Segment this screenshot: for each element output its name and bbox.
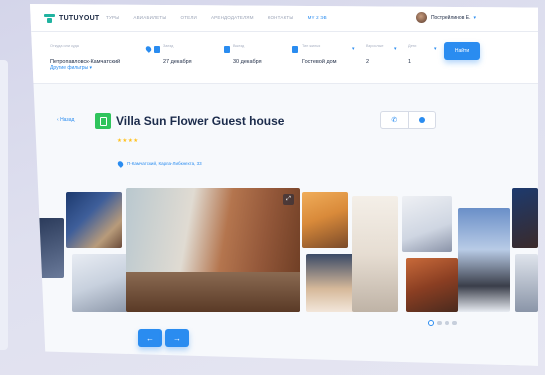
gallery-photo[interactable]	[72, 254, 130, 312]
adults-value: 2	[366, 59, 370, 65]
pagination-dot[interactable]	[437, 320, 442, 326]
gallery-photo[interactable]	[302, 192, 348, 248]
search-bar: Откуда или куда Петропавловск-Камчатский…	[30, 32, 538, 84]
gallery-photo[interactable]	[66, 192, 122, 248]
back-label: Назад	[60, 117, 75, 123]
other-filters-label: Другие фильтры	[50, 65, 89, 71]
chevron-down-icon: ▾	[473, 14, 476, 21]
nav-link-account[interactable]: Мy 2 Эв	[308, 15, 327, 20]
phone-button[interactable]: ✆	[381, 112, 409, 128]
avatar	[415, 12, 427, 23]
gallery-photo[interactable]	[352, 196, 398, 312]
pagination-dot[interactable]	[444, 320, 449, 326]
hotel-stars: ★★★★	[117, 138, 139, 144]
checkin-label: Заезд	[163, 44, 174, 48]
hotel-content: ‹ Назад Villa Sun Flower Guest house ★★★…	[30, 84, 538, 366]
chevron-down-icon: ▾	[89, 65, 93, 71]
children-value: 1	[408, 59, 412, 65]
arrow-left-icon[interactable]: ←	[138, 329, 162, 347]
gallery-pagination	[428, 320, 460, 326]
background-panel	[0, 60, 8, 350]
contact-actions: ✆	[380, 111, 436, 129]
other-filters-link[interactable]: Другие фильтры ▾	[50, 65, 92, 71]
pagination-dot[interactable]	[452, 320, 457, 326]
logo-text: TUTUYOUT	[59, 14, 100, 22]
nav-link-contacts[interactable]: КОНТАКТЫ	[268, 15, 294, 20]
type-value: Гостевой дом	[302, 59, 337, 65]
gallery-photo[interactable]	[458, 208, 510, 312]
chevron-down-icon[interactable]: ▾	[394, 46, 397, 52]
gallery-photo[interactable]	[306, 254, 354, 312]
chevron-down-icon[interactable]: ▾	[434, 46, 437, 52]
checkout-label: Выезд	[233, 44, 245, 48]
children-label: Дети	[408, 44, 417, 48]
checkin-field[interactable]: Заезд 27 декабря	[163, 44, 192, 68]
calendar-icon	[154, 46, 160, 53]
photo-detail	[126, 272, 300, 312]
adults-field[interactable]: Взрослые 2	[366, 44, 383, 68]
user-menu[interactable]: Пострейлинов Е. ▾	[415, 12, 476, 23]
top-navigation: TUTUYOUT ТУРЫ АВИАБИЛЕТЫ ОТЕЛИ АРЕНДОДАТ…	[30, 4, 538, 32]
nav-link-landlords[interactable]: АРЕНДОДАТЕЛЯМ	[211, 15, 254, 20]
building-icon	[95, 113, 111, 129]
nav-links: ТУРЫ АВИАБИЛЕТЫ ОТЕЛИ АРЕНДОДАТЕЛЯМ КОНТ…	[106, 15, 341, 20]
gallery-photo[interactable]	[406, 258, 458, 312]
logo[interactable]: TUTUYOUT	[44, 13, 100, 23]
expand-icon[interactable]: ⤢	[283, 194, 294, 205]
chat-icon	[418, 117, 425, 123]
checkout-value: 30 декабря	[233, 59, 262, 65]
type-field[interactable]: Тип жилья Гостевой дом	[302, 44, 337, 68]
photo-gallery: ⤢	[30, 188, 538, 318]
chat-button[interactable]	[409, 112, 436, 128]
browser-screen: TUTUYOUT ТУРЫ АВИАБИЛЕТЫ ОТЕЛИ АРЕНДОДАТ…	[30, 4, 538, 366]
pin-icon	[116, 160, 125, 168]
children-field[interactable]: Дети 1	[408, 44, 416, 68]
calendar-icon	[224, 46, 230, 53]
gallery-photo[interactable]	[36, 218, 64, 278]
chevron-down-icon[interactable]: ▾	[352, 46, 355, 52]
back-link[interactable]: ‹ Назад	[57, 117, 74, 123]
arrow-right-icon[interactable]: →	[165, 329, 189, 347]
phone-icon: ✆	[391, 117, 398, 124]
adults-label: Взрослые	[366, 44, 384, 48]
home-icon	[292, 46, 298, 53]
nav-link-tours[interactable]: ТУРЫ	[106, 15, 119, 20]
type-label: Тип жилья	[302, 44, 321, 48]
destination-label: Откуда или куда	[50, 44, 79, 48]
logo-icon	[44, 13, 55, 23]
nav-link-hotels[interactable]: ОТЕЛИ	[181, 15, 197, 20]
nav-link-flights[interactable]: АВИАБИЛЕТЫ	[133, 15, 166, 20]
gallery-photo[interactable]	[512, 188, 538, 248]
gallery-photo[interactable]	[402, 196, 452, 252]
hotel-address[interactable]: П-Камчатский, Карла-Либкнехта, 33	[127, 161, 202, 166]
gallery-photo[interactable]	[515, 254, 538, 312]
chevron-left-icon: ‹	[57, 117, 59, 123]
pagination-dot[interactable]	[428, 320, 434, 326]
gallery-arrows: ← →	[138, 329, 192, 347]
search-button[interactable]: Найти	[444, 42, 480, 60]
gallery-main-photo[interactable]: ⤢	[126, 188, 300, 312]
hotel-title: Villa Sun Flower Guest house	[116, 114, 285, 128]
pin-icon	[144, 45, 153, 53]
checkin-value: 27 декабря	[163, 59, 192, 65]
checkout-field[interactable]: Выезд 30 декабря	[233, 44, 262, 68]
user-name: Пострейлинов Е.	[430, 14, 471, 21]
